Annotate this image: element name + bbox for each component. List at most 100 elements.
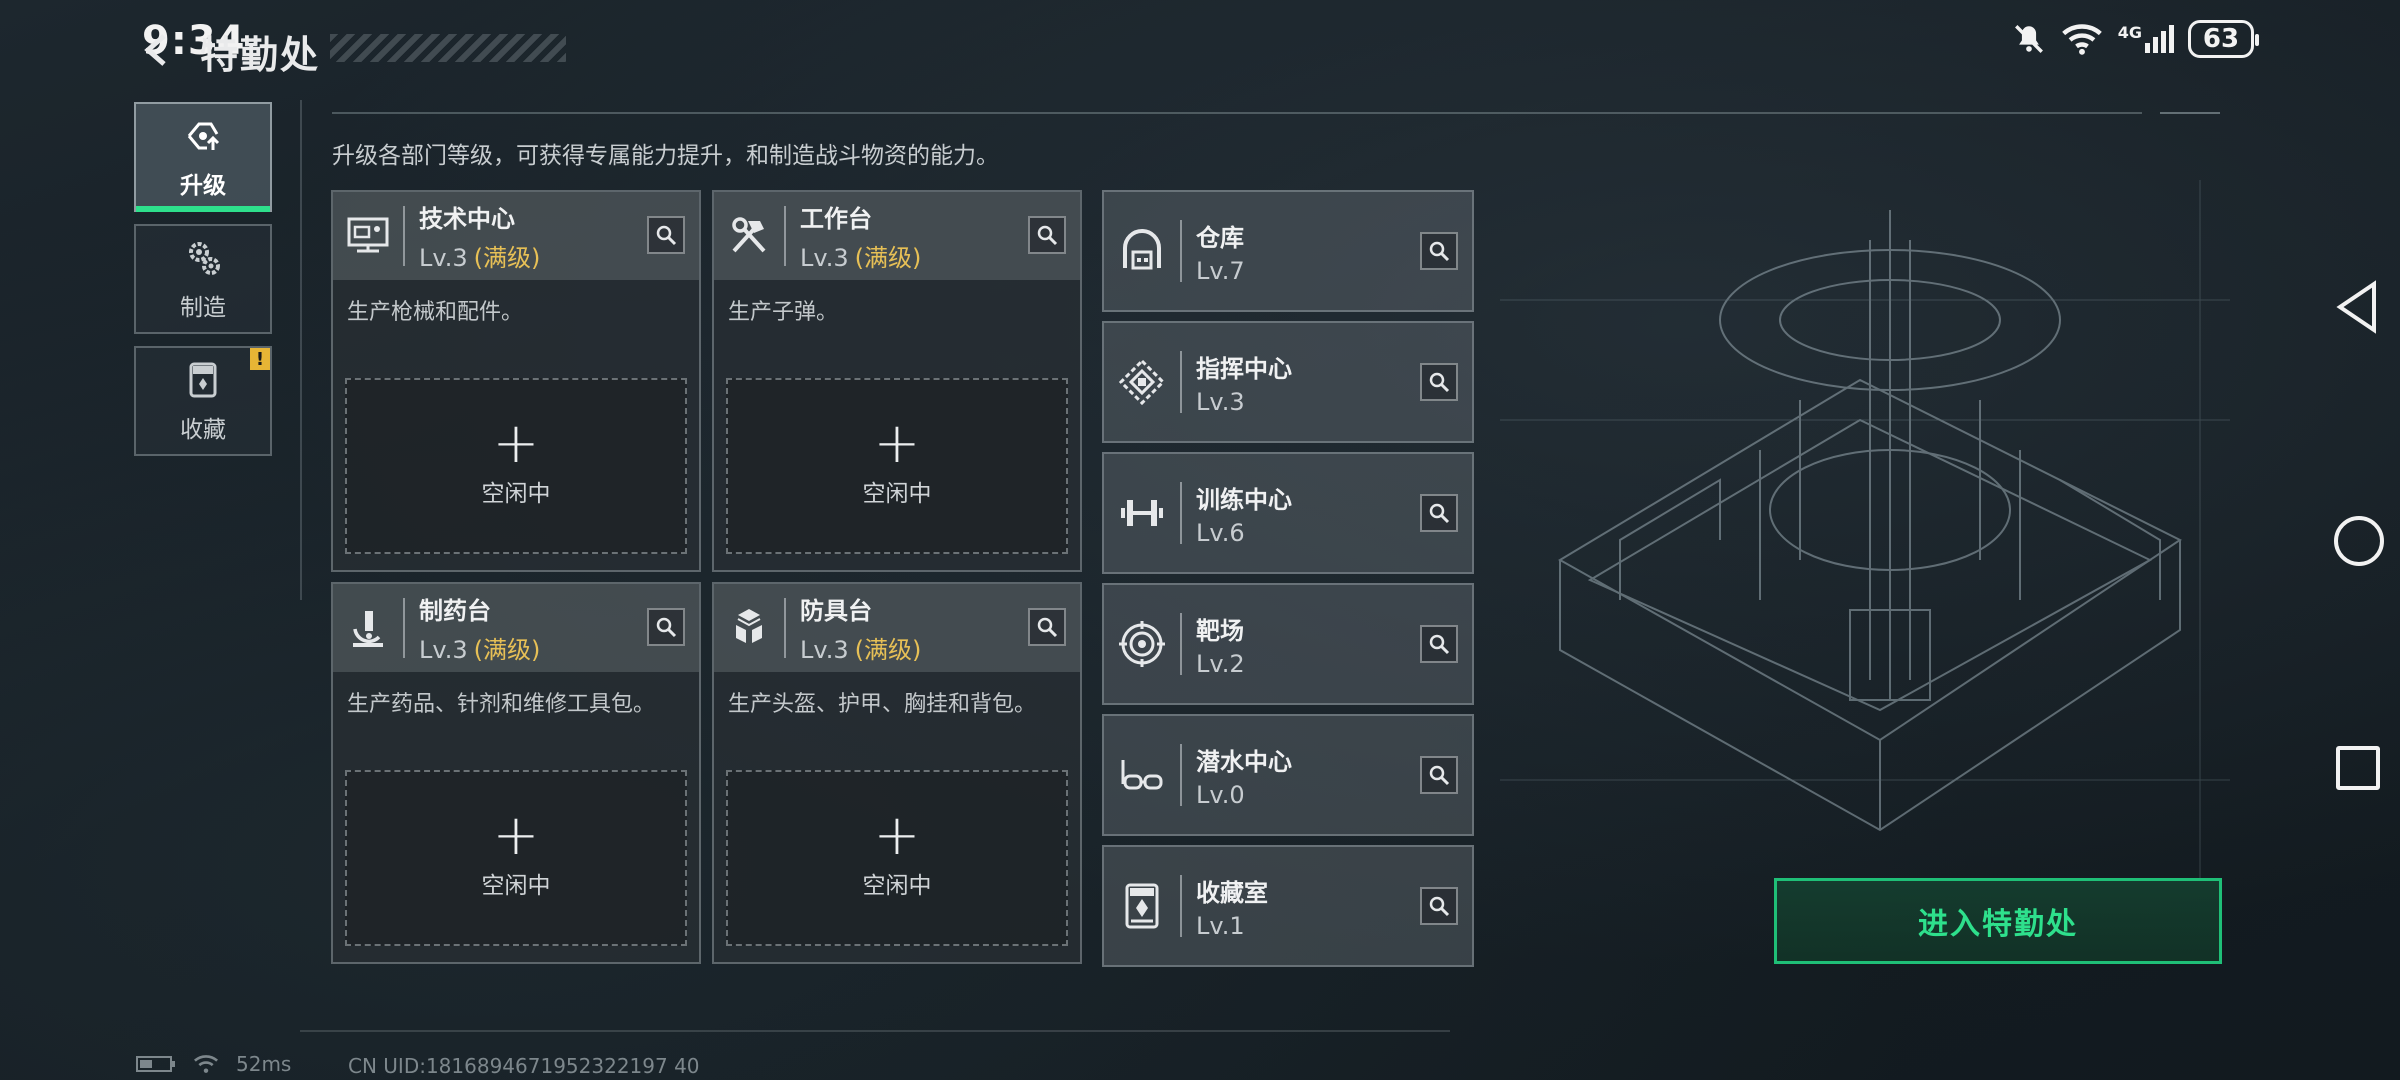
status-icons: 4G 63 [2012, 20, 2259, 58]
tab-label: 收藏 [180, 417, 226, 443]
search-icon [656, 225, 677, 246]
inspect-button[interactable] [647, 216, 685, 254]
facility-description: 生产药品、针剂和维修工具包。 [347, 692, 656, 717]
department-card-collection-room[interactable]: 收藏室 Lv.1 [1102, 845, 1474, 967]
warning-badge: ! [250, 348, 270, 370]
production-slot[interactable]: + 空闲中 [345, 378, 687, 554]
tech-center-icon [347, 217, 389, 253]
enter-special-ops-button[interactable]: 进入特勤处 [1774, 878, 2222, 964]
slot-status: 空闲中 [862, 873, 932, 899]
nav-recents-icon[interactable] [2336, 746, 2380, 790]
facility-description: 生产头盔、护甲、胸挂和背包。 [728, 692, 1037, 717]
microscope-icon [353, 611, 383, 647]
facility-card-armor-bench[interactable]: 防具台 Lv.3 (满级) 生产头盔、护甲、胸挂和背包。 + 空闲中 [712, 582, 1082, 964]
divider [2160, 112, 2220, 114]
mute-bell-icon [2014, 25, 2043, 53]
plus-icon: + [873, 411, 921, 476]
inspect-button[interactable] [1420, 625, 1458, 663]
inspect-button[interactable] [1028, 608, 1066, 646]
search-icon [1429, 634, 1450, 655]
slot-status: 空闲中 [862, 481, 932, 507]
upgrade-icon [187, 122, 220, 150]
department-level: Lv.6 [1196, 518, 1245, 547]
department-card-warehouse[interactable]: 仓库 Lv.7 [1102, 190, 1474, 312]
facility-description: 生产枪械和配件。 [347, 300, 524, 325]
divider [300, 100, 302, 600]
department-name: 收藏室 [1196, 878, 1268, 907]
divider [300, 1030, 1450, 1032]
inspect-button[interactable] [1420, 363, 1458, 401]
tab-label: 升级 [180, 173, 226, 199]
gear-icon [189, 242, 220, 275]
inspect-button[interactable] [1420, 232, 1458, 270]
search-icon [1429, 241, 1450, 262]
facility-card-workbench[interactable]: 工作台 Lv.3 (满级) 生产子弹。 + 空闲中 [712, 190, 1082, 572]
department-card-training-center[interactable]: 训练中心 Lv.6 [1102, 452, 1474, 574]
tab-upgrade[interactable]: 升级 [134, 102, 272, 212]
inspect-button[interactable] [1420, 756, 1458, 794]
facility-level: Lv.3 [800, 636, 849, 664]
department-name: 指挥中心 [1196, 354, 1292, 383]
warehouse-icon [1123, 229, 1161, 270]
tab-label: 制造 [180, 295, 226, 321]
collection-room-icon [1125, 883, 1159, 929]
facility-name: 工作台 [800, 205, 872, 233]
production-slot[interactable]: + 空闲中 [726, 770, 1068, 946]
department-level: Lv.2 [1196, 649, 1245, 678]
network-type: 4G [2117, 23, 2142, 42]
facility-card-tech-center[interactable]: 技术中心 Lv.3 (满级) 生产枪械和配件。 + 空闲中 [331, 190, 701, 572]
ping-value: 52ms [236, 1052, 292, 1076]
department-card-diving-center[interactable]: 潜水中心 Lv.0 [1102, 714, 1474, 836]
base-hologram-illustration [1500, 180, 2230, 880]
page-title: 特勤处 [200, 33, 321, 77]
plus-icon: + [492, 411, 540, 476]
search-icon [656, 617, 677, 638]
department-level: Lv.3 [1196, 387, 1245, 416]
search-icon [1429, 896, 1450, 917]
inspect-button[interactable] [1028, 216, 1066, 254]
department-level: Lv.7 [1196, 256, 1245, 285]
facility-name: 防具台 [800, 597, 872, 625]
user-uid: CN UID:1816894671952322197 40 [348, 1054, 700, 1078]
nav-home-icon[interactable] [2334, 516, 2384, 566]
facility-name: 制药台 [419, 597, 491, 625]
wifi-small-icon [194, 1055, 218, 1073]
search-icon [1429, 503, 1450, 524]
max-level-tag: (满级) [854, 636, 922, 664]
divider [332, 112, 2142, 114]
nav-back-icon[interactable] [2334, 280, 2380, 334]
production-slot[interactable]: + 空闲中 [345, 770, 687, 946]
collection-icon [189, 362, 217, 398]
search-icon [1037, 225, 1058, 246]
inspect-button[interactable] [1420, 887, 1458, 925]
battery-small-icon [136, 1056, 175, 1072]
department-name: 仓库 [1196, 223, 1244, 252]
department-level: Lv.0 [1196, 780, 1245, 809]
tab-collection[interactable]: 收藏 ! [134, 346, 272, 456]
facility-name: 技术中心 [419, 205, 515, 233]
inspect-button[interactable] [1420, 494, 1458, 532]
max-level-tag: (满级) [473, 636, 541, 664]
max-level-tag: (满级) [854, 244, 922, 272]
facility-card-pharmacy[interactable]: 制药台 Lv.3 (满级) 生产药品、针剂和维修工具包。 + 空闲中 [331, 582, 701, 964]
plus-icon: + [492, 803, 540, 868]
battery-indicator: 63 [2188, 20, 2259, 58]
department-card-shooting-range[interactable]: 靶场 Lv.2 [1102, 583, 1474, 705]
production-slot[interactable]: + 空闲中 [726, 378, 1068, 554]
search-icon [1037, 617, 1058, 638]
armor-icon [736, 609, 762, 643]
inspect-button[interactable] [647, 608, 685, 646]
dumbbell-icon [1121, 500, 1163, 526]
department-name: 靶场 [1196, 616, 1244, 645]
tab-craft[interactable]: 制造 [134, 224, 272, 334]
plus-icon: + [873, 803, 921, 868]
department-level: Lv.1 [1196, 911, 1245, 940]
hammer-wrench-icon [732, 217, 766, 253]
back-arrow-icon[interactable] [136, 30, 176, 70]
slot-status: 空闲中 [481, 873, 551, 899]
command-center-icon [1118, 358, 1166, 406]
search-icon [1429, 765, 1450, 786]
battery-level: 63 [2202, 24, 2240, 54]
department-card-command-center[interactable]: 指挥中心 Lv.3 [1102, 321, 1474, 443]
target-icon [1119, 621, 1165, 667]
